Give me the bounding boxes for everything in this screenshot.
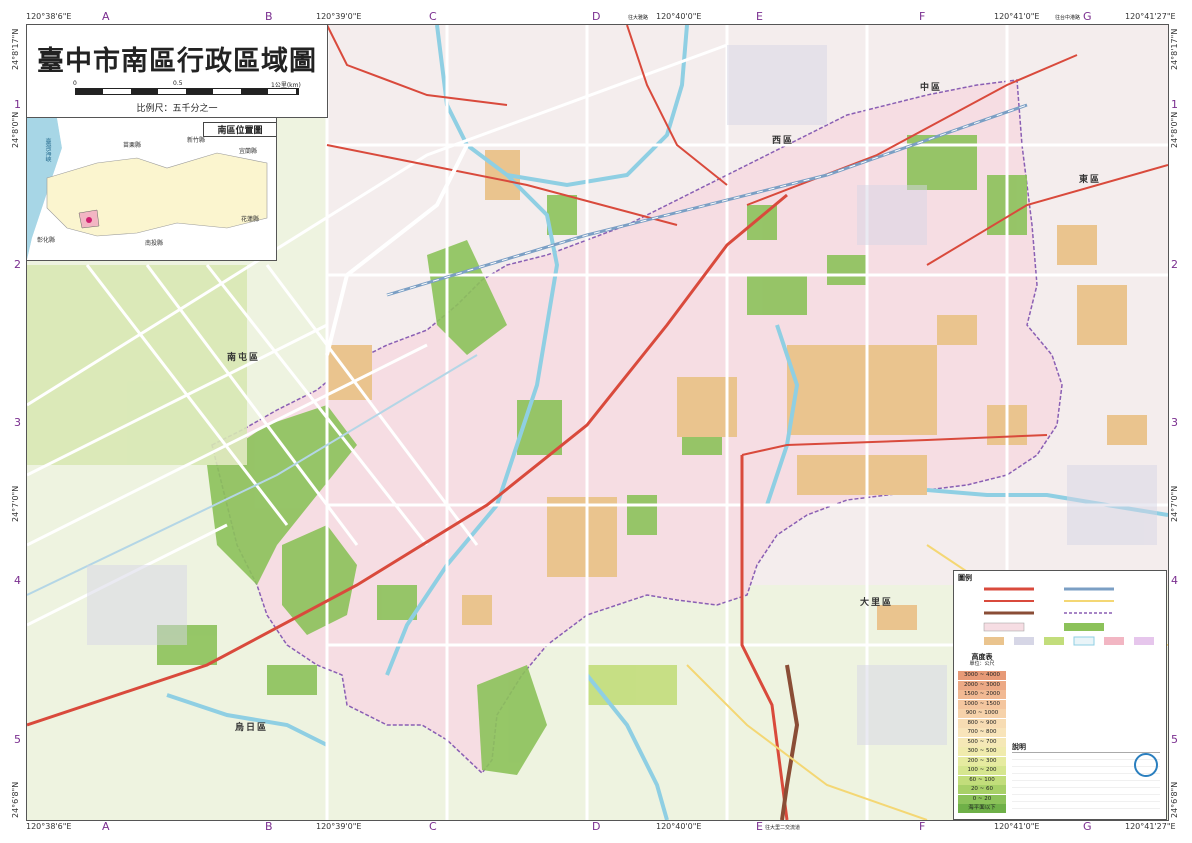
inset-county-changhua: 彰化縣 (37, 237, 56, 244)
coord-right-1: 24°8'17"N (1170, 28, 1179, 70)
edge-label-top-1: 往大雅路 (628, 15, 649, 21)
edge-label-top-2: 往台中港路 (1055, 15, 1081, 21)
grid-col-b-top: B (265, 10, 273, 23)
district-label-central: 中區 (920, 83, 943, 93)
grid-row-1-right: 1 (1171, 98, 1178, 111)
map-title: 臺中市南區行政區域圖 (37, 46, 317, 77)
grid-row-5-left: 5 (14, 733, 21, 746)
district-label-wuri: 烏日區 (235, 723, 269, 733)
grid-row-1-left: 1 (14, 98, 21, 111)
coord-right-4: 24°6'8"N (1170, 781, 1179, 818)
coord-left-2: 24°8'0"N (11, 111, 20, 148)
inset-sea-label: 臺灣海峽 (44, 138, 51, 162)
coord-top-4: 120°41'0"E (994, 12, 1040, 21)
grid-col-d-top: D (592, 10, 601, 23)
grid-col-c-top: C (429, 10, 437, 23)
inset-county-nantou: 南投縣 (145, 240, 164, 247)
legend-panel: 圖例 高度表 單位：公尺 3000 ~ 4000 2000 ~ 3000 1500 … (953, 570, 1167, 820)
elevation-row: 海平面以下 (958, 804, 1006, 814)
coord-top-1: 120°38'6"E (26, 12, 72, 21)
edge-label-bottom-1: 往大里二交流道 (765, 825, 801, 831)
inset-county-miaoli: 苗栗縣 (123, 142, 142, 149)
grid-row-3-right: 3 (1171, 416, 1178, 429)
south-district-marker (86, 217, 92, 223)
grid-col-f-top: F (919, 10, 926, 23)
publisher-logo (1134, 753, 1158, 777)
grid-col-a-bottom: A (102, 820, 110, 833)
coord-bottom-4: 120°41'0"E (994, 822, 1040, 831)
legend-explain-title: 說明 (1012, 743, 1026, 751)
coord-left-4: 24°6'8"N (11, 781, 20, 818)
scale-bar (75, 88, 299, 95)
grid-row-4-right: 4 (1171, 574, 1178, 587)
coord-top-2: 120°39'0"E (316, 12, 362, 21)
coord-bottom-3: 120°40'0"E (656, 822, 702, 831)
elevation-row: 900 ~ 1000 (958, 709, 1006, 719)
inset-county-yilan: 宜蘭縣 (239, 148, 258, 155)
inset-county-hualien: 花蓮縣 (241, 216, 260, 223)
grid-row-3-left: 3 (14, 416, 21, 429)
grid-col-a-top: A (102, 10, 110, 23)
elevation-unit: 單位：公尺 (969, 661, 995, 667)
coord-left-1: 24°8'17"N (11, 28, 20, 70)
grid-row-4-left: 4 (14, 574, 21, 587)
scale-tick-half: 0.5 (173, 80, 183, 87)
elevation-row: 200 ~ 300 (958, 756, 1006, 767)
grid-col-g-bottom: G (1083, 820, 1092, 833)
elevation-row: 300 ~ 500 (958, 747, 1006, 757)
coord-right-3: 24°7'0"N (1170, 485, 1179, 522)
coord-top-5: 120°41'27"E (1125, 12, 1176, 21)
district-label-dali: 大里區 (860, 598, 894, 608)
grid-row-5-right: 5 (1171, 733, 1178, 746)
district-label-nantun: 南屯區 (227, 353, 261, 363)
elevation-row: 0 ~ 20 (958, 794, 1006, 805)
elevation-row: 1500 ~ 2000 (958, 690, 1006, 700)
scale-text: 比例尺：五千分之一 (136, 104, 218, 114)
coord-top-3: 120°40'0"E (656, 12, 702, 21)
district-label-east: 東區 (1079, 175, 1102, 185)
elevation-row: 3000 ~ 4000 (958, 671, 1006, 681)
location-inset: 臺灣海峽 苗栗縣 宜蘭縣 新竹縣 花蓮縣 彰化縣 南投縣 南區位置圖 (27, 118, 277, 261)
grid-row-2-left: 2 (14, 258, 21, 271)
elevation-row: 20 ~ 60 (958, 785, 1006, 795)
elevation-row: 700 ~ 800 (958, 728, 1006, 738)
map-frame: 120°38'6"E 120°39'0"E 120°40'0"E 120°41'… (0, 0, 1192, 843)
grid-col-e-bottom: E (756, 820, 763, 833)
elevation-row: 2000 ~ 3000 (958, 680, 1006, 691)
grid-col-d-bottom: D (592, 820, 601, 833)
title-panel: 臺中市南區行政區域圖 0 0.5 1公里(km) 比例尺：五千分之一 (27, 25, 328, 118)
scale-tick-0: 0 (73, 80, 77, 87)
elevation-row: 60 ~ 100 (958, 775, 1006, 786)
grid-col-g-top: G (1083, 10, 1092, 23)
coord-left-3: 24°7'0"N (11, 485, 20, 522)
legend-symbols (983, 587, 1154, 646)
elevation-row: 100 ~ 200 (958, 766, 1006, 776)
coord-bottom-5: 120°41'27"E (1125, 822, 1176, 831)
coord-right-2: 24°8'0"N (1170, 111, 1179, 148)
grid-col-e-top: E (756, 10, 763, 23)
grid-row-2-right: 2 (1171, 258, 1178, 271)
grid-col-b-bottom: B (265, 820, 273, 833)
grid-col-f-bottom: F (919, 820, 926, 833)
coord-bottom-1: 120°38'6"E (26, 822, 72, 831)
coord-bottom-2: 120°39'0"E (316, 822, 362, 831)
inset-title: 南區位置圖 (203, 122, 276, 137)
district-label-west: 西區 (772, 136, 795, 146)
elevation-row: 800 ~ 900 (958, 718, 1006, 729)
elevation-row: 1000 ~ 1500 (958, 699, 1006, 710)
grid-col-c-bottom: C (429, 820, 437, 833)
elevation-row: 500 ~ 700 (958, 737, 1006, 748)
